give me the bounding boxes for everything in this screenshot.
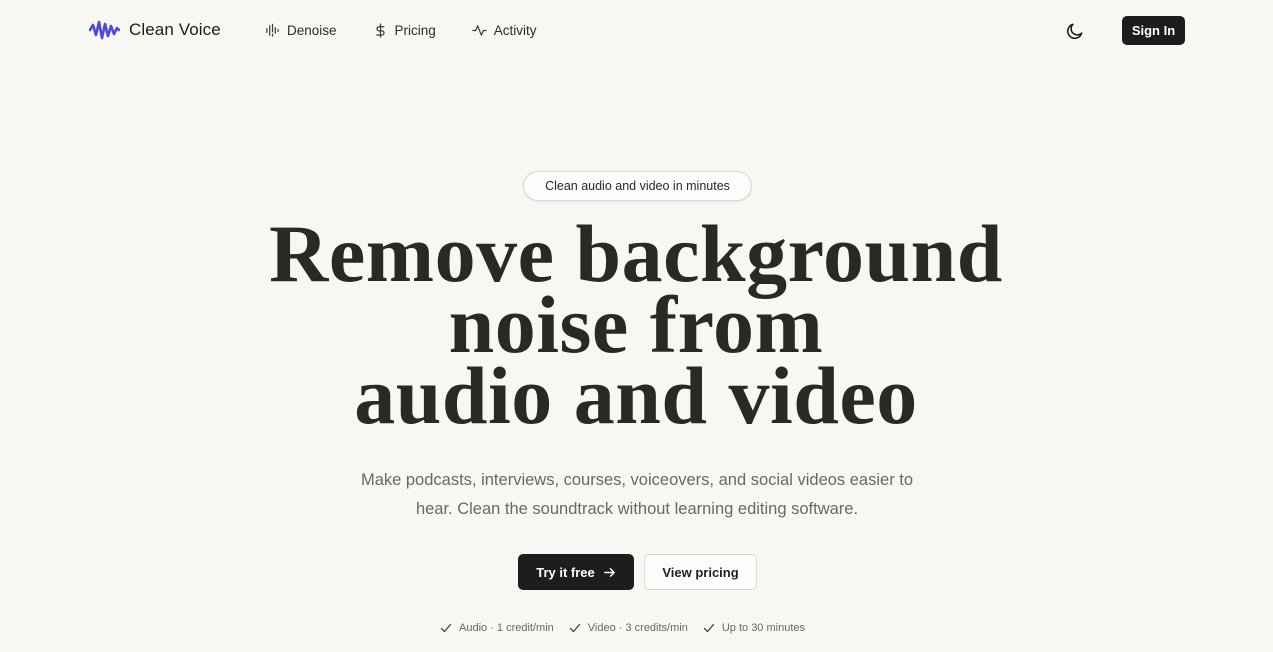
feature-item: Audio · 1 credit/min (440, 622, 554, 634)
waveform-icon (89, 20, 120, 40)
try-free-button[interactable]: Try it free (518, 554, 634, 590)
brand-name: Clean Voice (129, 20, 221, 39)
hero-badge: Clean audio and video in minutes (523, 171, 752, 201)
check-icon (440, 623, 452, 633)
feature-item: Video · 3 credits/min (569, 622, 688, 634)
nav-link-label: Activity (493, 22, 537, 38)
top-nav: Clean Voice Denoise Pricing Activity Sig… (0, 0, 1273, 60)
moon-icon (1067, 23, 1083, 39)
audio-lines-icon (266, 23, 279, 37)
dollar-icon (375, 22, 385, 38)
view-pricing-button[interactable]: View pricing (644, 554, 757, 590)
sign-in-button[interactable]: Sign In (1122, 16, 1185, 45)
hero-headline: Remove background noise from audio and v… (136, 213, 1136, 441)
main-nav: Denoise Pricing Activity (265, 19, 537, 41)
subtitle-line: Make podcasts, interviews, courses, voic… (360, 471, 914, 489)
feature-label: Audio · 1 credit/min (459, 622, 554, 634)
theme-toggle-button[interactable] (1064, 20, 1086, 42)
brand-home-link[interactable]: Clean Voice (89, 18, 221, 42)
nav-link-label: Denoise (287, 22, 337, 38)
nav-link-activity[interactable]: Activity (472, 23, 537, 38)
subtitle-line: hear. Clean the soundtrack without learn… (415, 500, 859, 518)
try-free-label: Try it free (536, 564, 595, 580)
nav-link-denoise[interactable]: Denoise (265, 23, 337, 38)
arrow-right-icon (603, 567, 615, 577)
check-icon (569, 623, 580, 633)
activity-icon (472, 24, 487, 36)
nav-link-label: Pricing (394, 22, 436, 38)
nav-link-pricing[interactable]: Pricing (373, 23, 436, 38)
check-icon (703, 623, 714, 633)
feature-label: Up to 30 minutes (721, 622, 805, 634)
feature-list: Audio · 1 credit/min Video · 3 credits/m… (440, 620, 805, 636)
feature-label: Video · 3 credits/min (587, 622, 688, 634)
hero-subtitle: Make podcasts, interviews, courses, voic… (336, 466, 938, 524)
headline-line: audio and video (354, 350, 918, 441)
feature-item: Up to 30 minutes (703, 622, 805, 634)
